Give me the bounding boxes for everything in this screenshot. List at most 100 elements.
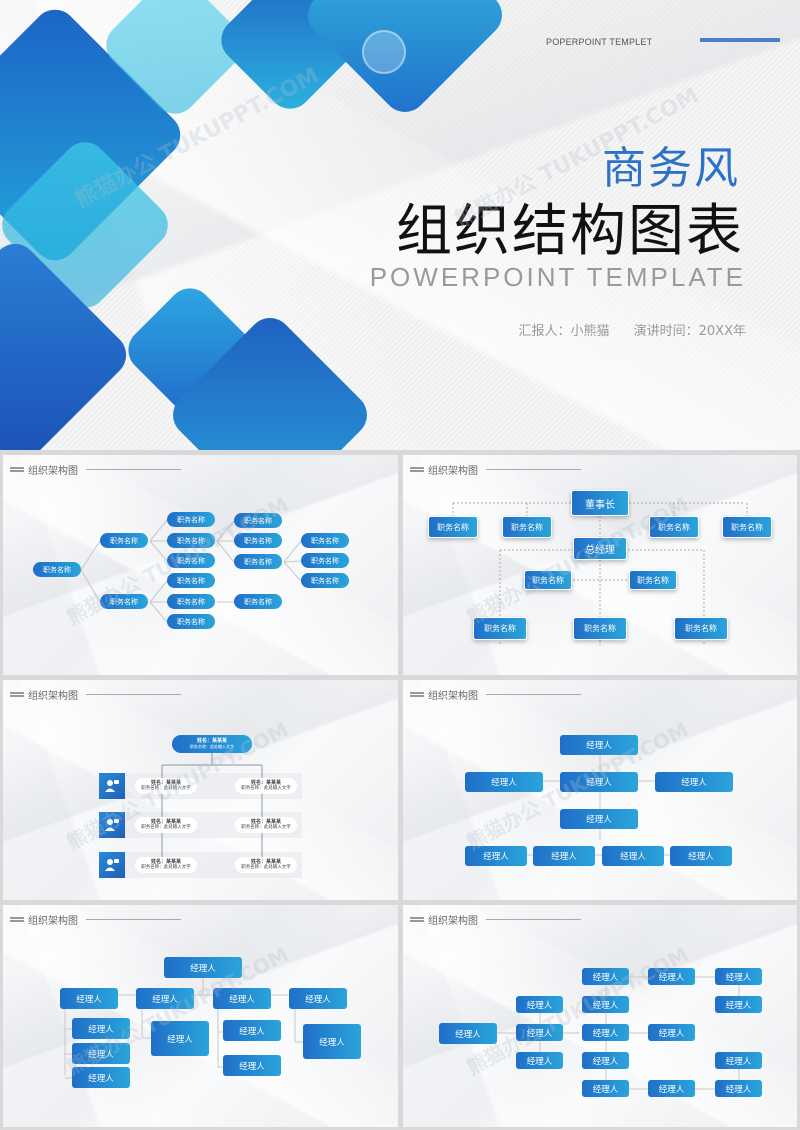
- org-node-manager[interactable]: 经理人: [715, 996, 762, 1013]
- org-node-manager[interactable]: 经理人: [582, 996, 629, 1013]
- user-icon: [99, 773, 125, 799]
- org-node-manager[interactable]: 经理人: [582, 1080, 629, 1097]
- org-node-level3[interactable]: 职务名称: [167, 512, 215, 527]
- org-node-manager[interactable]: 经理人: [655, 772, 733, 792]
- org-node-position[interactable]: 职务名称: [524, 570, 572, 590]
- org-node-level3[interactable]: 职务名称: [167, 594, 215, 609]
- org-node-manager[interactable]: 经理人: [289, 988, 347, 1009]
- org-node-level5[interactable]: 职务名称: [301, 553, 349, 568]
- org-node-level3[interactable]: 职务名称: [167, 533, 215, 548]
- decor-circle: [362, 30, 406, 74]
- org-node-level3[interactable]: 职务名称: [167, 573, 215, 588]
- org-node-manager[interactable]: 经理人: [303, 1024, 361, 1059]
- org-node-manager[interactable]: 经理人: [715, 1052, 762, 1069]
- divider: [86, 469, 181, 470]
- connector-line: [216, 520, 235, 542]
- profile-role: 职务名称：此处输入文字: [190, 744, 234, 749]
- org-node-manager[interactable]: 经理人: [164, 957, 242, 978]
- org-node-manager[interactable]: 经理人: [648, 1024, 695, 1041]
- profile-role: 职务名称：此处输入文字: [241, 825, 291, 830]
- org-node-position[interactable]: 职务名称: [722, 516, 772, 538]
- org-node-level3[interactable]: 职务名称: [167, 614, 215, 629]
- org-node-position[interactable]: 职务名称: [428, 516, 478, 538]
- org-node-manager[interactable]: 经理人: [533, 846, 595, 866]
- org-node-top-profile[interactable]: 姓名：某某某 职务名称：此处输入文字: [172, 735, 252, 753]
- profile-card[interactable]: 姓名：某某某 职务名称：此处输入文字: [235, 857, 297, 873]
- org-node-position[interactable]: 职务名称: [473, 617, 527, 640]
- org-node-level3[interactable]: 职务名称: [167, 553, 215, 568]
- org-node-manager[interactable]: 经理人: [516, 1052, 563, 1069]
- org-node-root[interactable]: 职务名称: [33, 562, 81, 577]
- org-node-manager[interactable]: 经理人: [465, 846, 527, 866]
- org-node-manager[interactable]: 经理人: [223, 1055, 281, 1076]
- org-node-level2[interactable]: 职务名称: [100, 594, 148, 609]
- org-node-manager[interactable]: 经理人: [465, 772, 543, 792]
- slide-manager-chart-c[interactable]: 组织架构图 熊猫办公 TUKUPPT.COM 经理人 经理人 经理人 经理人 经理人 经理人经…: [403, 905, 797, 1127]
- org-node-manager[interactable]: 经理人: [213, 988, 271, 1009]
- org-node-level5[interactable]: 职务名称: [301, 573, 349, 588]
- org-node-manager[interactable]: 经理人: [560, 735, 638, 755]
- connector-line: [216, 540, 235, 563]
- org-node-level4[interactable]: 职务名称: [234, 533, 282, 548]
- slide-chairman-chart[interactable]: 组织架构图 熊猫办公 TUKUPPT.COM 董事长 职务名称 职务名称 职务名称 职务名称…: [403, 455, 797, 675]
- org-node-position[interactable]: 职务名称: [502, 516, 552, 538]
- org-node-manager[interactable]: 经理人: [72, 1067, 130, 1088]
- cover-top-label: POPERPOINT TEMPLET: [546, 37, 653, 47]
- org-node-manager[interactable]: 经理人: [72, 1018, 130, 1039]
- org-node-manager[interactable]: 经理人: [582, 1052, 629, 1069]
- org-node-level4[interactable]: 职务名称: [234, 513, 282, 528]
- connector-line: [149, 580, 168, 603]
- profile-role: 职务名称：此处输入文字: [141, 786, 191, 791]
- profile-card[interactable]: 姓名：某某某 职务名称：此处输入文字: [135, 778, 197, 794]
- divider: [86, 694, 181, 695]
- org-node-manager[interactable]: 经理人: [648, 968, 695, 985]
- org-node-manager[interactable]: 经理人: [582, 968, 629, 985]
- org-node-manager[interactable]: 经理人: [715, 968, 762, 985]
- org-node-level4[interactable]: 职务名称: [234, 554, 282, 569]
- connector-lines: [161, 753, 263, 870]
- org-node-position[interactable]: 职务名称: [573, 617, 627, 640]
- org-node-manager[interactable]: 经理人: [223, 1020, 281, 1041]
- org-node-level5[interactable]: 职务名称: [301, 533, 349, 548]
- accent-bar: [700, 38, 780, 42]
- org-node-chairman[interactable]: 董事长: [571, 490, 629, 516]
- cover-slide[interactable]: 熊猫办公 TUKUPPT.COM 熊猫办公 TUKUPPT.COM POPERP…: [0, 0, 800, 450]
- org-node-manager[interactable]: 经理人: [439, 1023, 497, 1044]
- slide-tree-chart[interactable]: 组织架构图 熊猫办公 TUKUPPT.COM 职务名称 职务名称 职务名称 职务名称 职务名…: [3, 455, 398, 675]
- org-node-manager[interactable]: 经理人: [60, 988, 118, 1009]
- org-node-manager[interactable]: 经理人: [715, 1080, 762, 1097]
- org-node-level2[interactable]: 职务名称: [100, 533, 148, 548]
- presentation-date: 演讲时间：20XX年: [633, 324, 746, 339]
- org-node-position[interactable]: 职务名称: [674, 617, 728, 640]
- slide-manager-chart-a[interactable]: 组织架构图 熊猫办公 TUKUPPT.COM 经理人 经理人 经理人 经理人 经理人 经理人经…: [403, 680, 797, 900]
- org-node-position[interactable]: 职务名称: [629, 570, 677, 590]
- org-node-manager[interactable]: 经理人: [72, 1043, 130, 1064]
- menu-bars-icon: [10, 917, 24, 922]
- org-node-manager[interactable]: 经理人: [582, 1024, 629, 1041]
- profile-card[interactable]: 姓名：某某某 职务名称：此处输入文字: [135, 817, 197, 833]
- org-node-manager[interactable]: 经理人: [602, 846, 664, 866]
- org-node-manager[interactable]: 经理人: [516, 1024, 563, 1041]
- profile-card[interactable]: 姓名：某某某 职务名称：此处输入文字: [135, 857, 197, 873]
- section-title: 组织架构图: [28, 916, 78, 927]
- profile-card[interactable]: 姓名：某某某 职务名称：此处输入文字: [235, 817, 297, 833]
- menu-bars-icon: [410, 467, 424, 472]
- slide-profile-chart[interactable]: 组织架构图 熊猫办公 TUKUPPT.COM 姓名：某某某 职务名称：此处输入文字 姓名…: [3, 680, 398, 900]
- org-node-manager[interactable]: 经理人: [560, 809, 638, 829]
- org-node-manager[interactable]: 经理人: [560, 772, 638, 792]
- slide-manager-chart-b[interactable]: 组织架构图 熊猫办公 TUKUPPT.COM 经理人 经理人 经理人 经理人 经理人 经理人经…: [3, 905, 398, 1127]
- org-node-manager[interactable]: 经理人: [516, 996, 563, 1013]
- connector-line: [149, 601, 168, 623]
- org-node-manager[interactable]: 经理人: [136, 988, 194, 1009]
- connector-lines: [64, 975, 323, 1079]
- org-node-manager[interactable]: 经理人: [648, 1080, 695, 1097]
- connector-line: [283, 561, 302, 582]
- profile-card[interactable]: 姓名：某某某 职务名称：此处输入文字: [235, 778, 297, 794]
- org-node-general-manager[interactable]: 总经理: [573, 537, 627, 560]
- section-header: 组织架构图: [10, 687, 181, 702]
- org-node-manager[interactable]: 经理人: [670, 846, 732, 866]
- section-header: 组织架构图: [10, 912, 181, 927]
- org-node-position[interactable]: 职务名称: [649, 516, 699, 538]
- org-node-level4[interactable]: 职务名称: [234, 594, 282, 609]
- org-node-manager[interactable]: 经理人: [151, 1021, 209, 1056]
